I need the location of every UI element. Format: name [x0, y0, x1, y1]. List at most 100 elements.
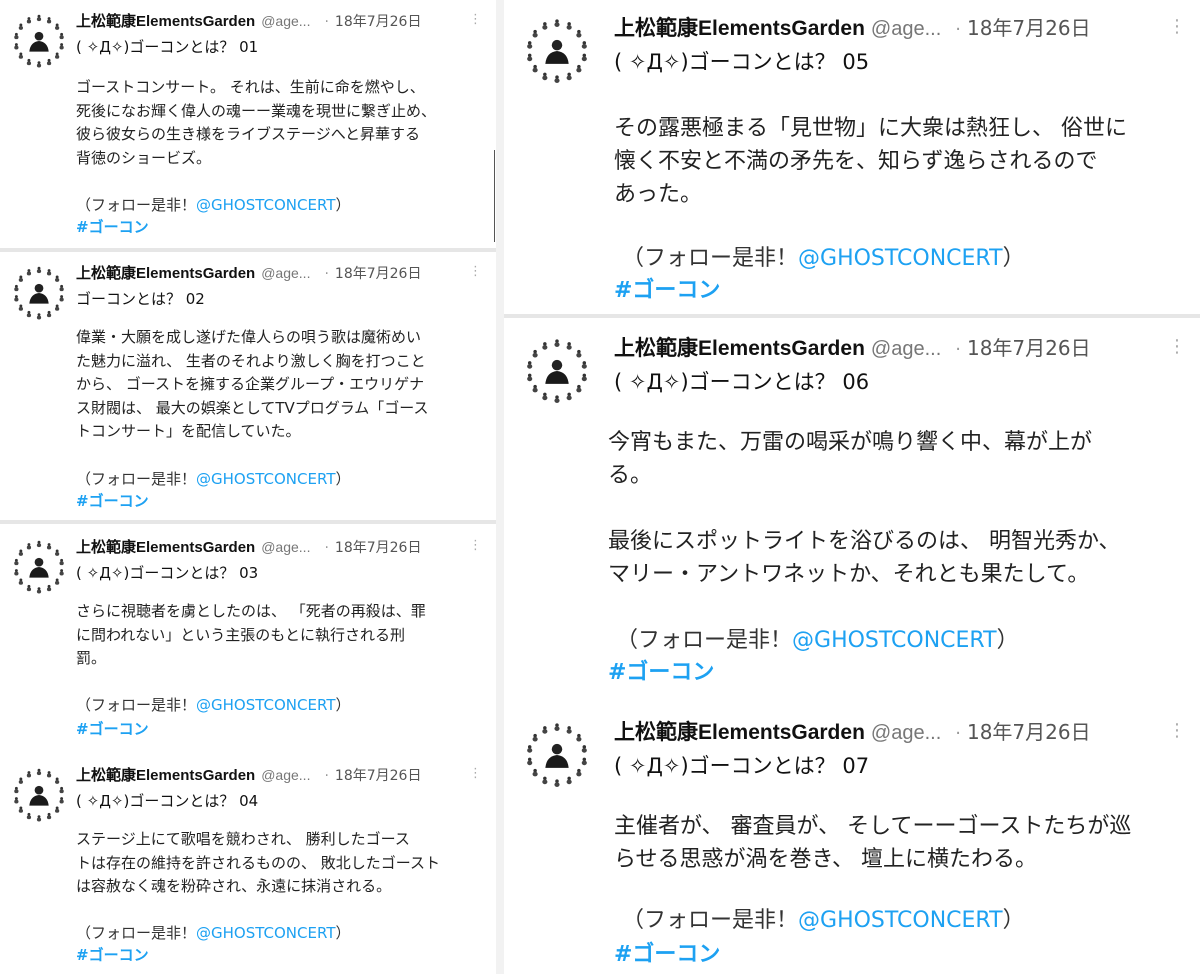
author-avatar[interactable] — [10, 264, 68, 322]
tweet-header: 上松範康ElementsGarden @age... · 18年7月26日 — [76, 262, 421, 283]
author-avatar[interactable] — [10, 538, 68, 596]
hashtag-link[interactable]: #ゴーコン — [76, 718, 149, 739]
row-divider — [0, 520, 496, 524]
follow-line: （フォロー是非！@GHOSTCONCERT） — [622, 902, 1025, 934]
tweet-title: ( ✧Д✧)ゴーコンとは？ 01 — [76, 38, 259, 56]
mention-link[interactable]: @GHOSTCONCERT — [196, 470, 335, 488]
more-options-icon[interactable]: ⋮ — [1168, 16, 1186, 37]
mention-link[interactable]: @GHOSTCONCERT — [792, 628, 997, 653]
separator-dot: · — [324, 14, 329, 30]
tweet-header: 上松範康ElementsGarden @age... · 18年7月26日 — [76, 764, 421, 785]
author-handle[interactable]: @age... — [261, 539, 310, 555]
follow-line: （フォロー是非！@GHOSTCONCERT） — [76, 194, 351, 215]
more-options-icon[interactable]: ⋮ — [1168, 720, 1186, 741]
author-avatar[interactable] — [10, 766, 68, 824]
author-name[interactable]: 上松範康ElementsGarden — [76, 764, 255, 785]
row-divider — [504, 314, 1200, 318]
follow-suffix: ） — [1002, 908, 1025, 933]
hashtag-link[interactable]: #ゴーコン — [614, 936, 720, 968]
tweet-body: 今宵もまた、万雷の喝采が鳴り響く中、幕が上が る。 最後にスポットライトを浴びる… — [608, 430, 1121, 587]
author-name[interactable]: 上松範康ElementsGarden — [614, 716, 865, 746]
tweet-date[interactable]: 18年7月26日 — [335, 263, 422, 283]
tweet-card-02[interactable]: 上松範康ElementsGarden @age... · 18年7月26日 ⋮ … — [0, 252, 496, 520]
tweet-title: ( ✧Д✧)ゴーコンとは？ 04 — [76, 792, 259, 810]
hashtag-link[interactable]: #ゴーコン — [76, 490, 149, 511]
follow-line: （フォロー是非！@GHOSTCONCERT） — [622, 240, 1025, 272]
more-options-icon[interactable]: ⋮ — [469, 766, 482, 781]
vertical-divider — [494, 150, 495, 242]
tweet-date[interactable]: 18年7月26日 — [967, 716, 1091, 745]
follow-prefix: （フォロー是非！ — [76, 696, 197, 714]
separator-dot: · — [324, 266, 329, 282]
follow-suffix: ） — [335, 470, 351, 488]
author-name[interactable]: 上松範康ElementsGarden — [76, 10, 255, 31]
author-handle[interactable]: @age... — [261, 13, 310, 29]
follow-prefix: （フォロー是非！ — [622, 246, 799, 271]
follow-suffix: ） — [335, 196, 351, 214]
tweet-header: 上松範康ElementsGarden @age... · 18年7月26日 — [76, 10, 421, 31]
tweet-title: ( ✧Д✧)ゴーコンとは？ 03 — [76, 564, 259, 582]
mention-link[interactable]: @GHOSTCONCERT — [798, 908, 1003, 933]
hashtag-link[interactable]: #ゴーコン — [76, 944, 149, 965]
author-avatar[interactable] — [522, 720, 592, 790]
tweet-date[interactable]: 18年7月26日 — [335, 765, 422, 785]
tweet-date[interactable]: 18年7月26日 — [967, 332, 1091, 361]
tweet-card-05[interactable]: 上松範康ElementsGarden @age... · 18年7月26日 ⋮ … — [504, 0, 1200, 312]
tweet-body: 偉業・大願を成し遂げた偉人らの唄う歌は魔術めい た魅力に溢れ、 生者のそれより激… — [76, 328, 429, 440]
author-handle[interactable]: @age... — [871, 722, 941, 745]
author-avatar[interactable] — [10, 12, 68, 70]
author-handle[interactable]: @age... — [871, 18, 941, 41]
author-avatar[interactable] — [522, 16, 592, 86]
tweet-date[interactable]: 18年7月26日 — [335, 537, 422, 557]
more-options-icon[interactable]: ⋮ — [469, 538, 482, 553]
tweet-body: さらに視聴者を虜としたのは、 「死者の再殺は、罪 に問われない」という主張のもと… — [76, 602, 426, 667]
follow-prefix: （フォロー是非！ — [76, 924, 197, 942]
tweet-title: ( ✧Д✧)ゴーコンとは？ 07 — [614, 754, 870, 778]
mention-link[interactable]: @GHOSTCONCERT — [798, 246, 1003, 271]
tweet-header: 上松範康ElementsGarden @age... · 18年7月26日 — [614, 12, 1091, 42]
author-name[interactable]: 上松範康ElementsGarden — [614, 12, 865, 42]
tweet-card-03[interactable]: 上松範康ElementsGarden @age... · 18年7月26日 ⋮ … — [0, 526, 496, 748]
author-name[interactable]: 上松範康ElementsGarden — [76, 262, 255, 283]
separator-dot: · — [955, 19, 961, 40]
author-handle[interactable]: @age... — [261, 767, 310, 783]
follow-line: （フォロー是非！@GHOSTCONCERT） — [616, 622, 1019, 654]
tweet-card-07[interactable]: 上松範康ElementsGarden @age... · 18年7月26日 ⋮ … — [504, 704, 1200, 974]
tweet-card-04[interactable]: 上松範康ElementsGarden @age... · 18年7月26日 ⋮ … — [0, 754, 496, 974]
author-name[interactable]: 上松範康ElementsGarden — [614, 332, 865, 362]
mention-link[interactable]: @GHOSTCONCERT — [196, 924, 335, 942]
tweet-body: 主催者が、 審査員が、 そしてーーゴーストたちが巡 らせる思惑が渦を巻き、 壇上… — [614, 814, 1132, 872]
follow-prefix: （フォロー是非！ — [622, 908, 799, 933]
tweet-title: ( ✧Д✧)ゴーコンとは？ 05 — [614, 50, 870, 74]
hashtag-link[interactable]: #ゴーコン — [76, 216, 149, 237]
follow-suffix: ） — [1002, 246, 1025, 271]
tweet-title: ゴーコンとは？ 02 — [76, 290, 205, 308]
tweet-card-06[interactable]: 上松範康ElementsGarden @age... · 18年7月26日 ⋮ … — [504, 320, 1200, 700]
tweet-date[interactable]: 18年7月26日 — [335, 11, 422, 31]
separator-dot: · — [324, 768, 329, 784]
more-options-icon[interactable]: ⋮ — [469, 12, 482, 27]
follow-line: （フォロー是非！@GHOSTCONCERT） — [76, 922, 351, 943]
tweet-body: ゴーストコンサート。 それは、生前に命を燃やし、 死後になお輝く偉人の魂ーー業魂… — [76, 78, 437, 167]
author-name[interactable]: 上松範康ElementsGarden — [76, 536, 255, 557]
tweet-card-01[interactable]: 上松範康ElementsGarden @age... · 18年7月26日 ⋮ … — [0, 0, 496, 244]
mention-link[interactable]: @GHOSTCONCERT — [196, 196, 335, 214]
tweet-date[interactable]: 18年7月26日 — [967, 12, 1091, 41]
more-options-icon[interactable]: ⋮ — [1168, 336, 1186, 357]
hashtag-link[interactable]: #ゴーコン — [608, 654, 714, 686]
mention-link[interactable]: @GHOSTCONCERT — [196, 696, 335, 714]
tweet-body: その露悪極まる「見世物」に大衆は熱狂し、 俗世に 懐く不安と不満の矛先を、知らず… — [614, 116, 1127, 207]
hashtag-link[interactable]: #ゴーコン — [614, 272, 720, 304]
author-avatar[interactable] — [522, 336, 592, 406]
author-handle[interactable]: @age... — [871, 338, 941, 361]
follow-prefix: （フォロー是非！ — [616, 628, 793, 653]
separator-dot: · — [324, 540, 329, 556]
separator-dot: · — [955, 339, 961, 360]
tweet-header: 上松範康ElementsGarden @age... · 18年7月26日 — [614, 716, 1091, 746]
author-handle[interactable]: @age... — [261, 265, 310, 281]
tweet-body: ステージ上にて歌唱を競わされ、 勝利したゴース トは存在の維持を許されるものの、… — [76, 830, 441, 895]
more-options-icon[interactable]: ⋮ — [469, 264, 482, 279]
follow-prefix: （フォロー是非！ — [76, 196, 197, 214]
tweet-header: 上松範康ElementsGarden @age... · 18年7月26日 — [76, 536, 421, 557]
follow-suffix: ） — [335, 696, 351, 714]
